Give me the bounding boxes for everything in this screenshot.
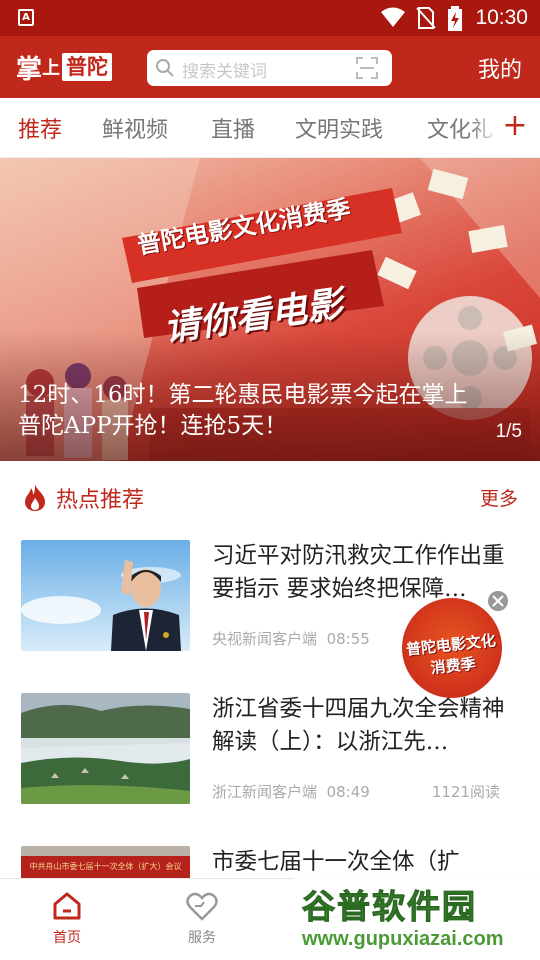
news-read-count: 1121阅读 (431, 783, 500, 801)
tab-fade (470, 98, 500, 157)
news-source-name: 央视新闻客户端 (212, 630, 318, 648)
logo-part-1: 掌 (16, 54, 43, 85)
news-time: 08:55 (326, 630, 370, 648)
news-source: 央视新闻客户端 08:55 (212, 628, 370, 649)
wifi-icon (381, 7, 405, 27)
search-input[interactable]: 搜索关键词 (147, 50, 392, 86)
nav-service[interactable]: 服务 (162, 891, 242, 947)
add-tab-button[interactable]: + (500, 107, 530, 147)
news-source-name: 浙江新闻客户端 (212, 783, 318, 801)
watermark-title: 谷普软件园 (302, 887, 477, 927)
battery-icon (448, 6, 462, 31)
news-thumbnail (21, 540, 190, 651)
news-time: 08:49 (326, 783, 370, 801)
news-title[interactable]: 习近平对防汛救灾工作作出重要指示 要求始终把保障… (212, 540, 512, 606)
app-header: 掌 上 普陀 搜索关键词 我的 (0, 36, 540, 98)
search-icon (156, 59, 174, 77)
no-sim-icon (416, 7, 436, 29)
status-bar: A 10:30 (0, 0, 540, 36)
banner-poster: 普陀电影文化消费季 请你看电影 (122, 188, 402, 350)
tab-live[interactable]: 直播 (211, 112, 255, 144)
tab-fresh-video[interactable]: 鲜视频 (102, 112, 168, 144)
app-notification-icon: A (18, 9, 34, 26)
news-item[interactable]: 中共舟山市委七届十一次全体（扩大）会议 市委七届十一次全体（扩 (0, 846, 540, 878)
site-watermark: 谷普软件园 www.gupuxiazai.com (294, 876, 540, 960)
home-icon (53, 892, 81, 920)
clock: 10:30 (475, 6, 528, 29)
watermark-url: www.gupuxiazai.com (302, 928, 504, 950)
nav-service-label: 服务 (188, 930, 216, 946)
tab-civilization-practice[interactable]: 文明实践 (295, 112, 383, 144)
news-title[interactable]: 浙江省委十四届九次全会精神解读（上）：以浙江先… (212, 693, 512, 759)
news-thumbnail (21, 693, 190, 804)
my-profile-link[interactable]: 我的 (478, 52, 522, 84)
banner-carousel[interactable]: 普陀电影文化消费季 请你看电影 12时、16时！第二轮惠民电影票今起在掌上普陀A… (0, 158, 540, 461)
logo-part-2: 上 (42, 58, 61, 79)
category-tabs: 推荐 鲜视频 直播 文明实践 文化礼 + (0, 98, 540, 158)
app-logo: 掌 上 普陀 (16, 50, 113, 85)
nav-home-label: 首页 (53, 930, 81, 946)
news-item[interactable]: 浙江省委十四届九次全会精神解读（上）：以浙江先… 浙江新闻客户端 08:49 1… (0, 693, 540, 843)
search-placeholder: 搜索关键词 (182, 62, 267, 82)
floating-ad[interactable]: 普陀电影文化消费季 (402, 598, 502, 698)
news-title[interactable]: 市委七届十一次全体（扩 (212, 846, 512, 878)
thumb-banner-caption: 中共舟山市委七届十一次全体（扩大）会议 (21, 856, 190, 878)
section-title: 热点推荐 (56, 488, 145, 513)
flame-icon (25, 485, 45, 511)
scan-icon[interactable] (356, 57, 378, 79)
banner-headline[interactable]: 12时、16时！第二轮惠民电影票今起在掌上普陀APP开抢！连抢5天！ (18, 380, 478, 442)
news-thumbnail: 中共舟山市委七届十一次全体（扩大）会议 (21, 846, 190, 878)
heart-icon (186, 892, 218, 921)
logo-part-3: 普陀 (62, 53, 113, 81)
more-link[interactable]: 更多 (480, 484, 518, 511)
nav-home[interactable]: 首页 (27, 891, 107, 947)
banner-page-indicator: 1/5 (495, 421, 522, 442)
close-icon[interactable] (486, 589, 510, 613)
news-source: 浙江新闻客户端 08:49 (212, 781, 370, 802)
floating-ad-text: 普陀电影文化消费季 (405, 631, 497, 678)
hot-recommend-header: 热点推荐 更多 (0, 462, 540, 532)
tab-recommend[interactable]: 推荐 (18, 112, 62, 144)
